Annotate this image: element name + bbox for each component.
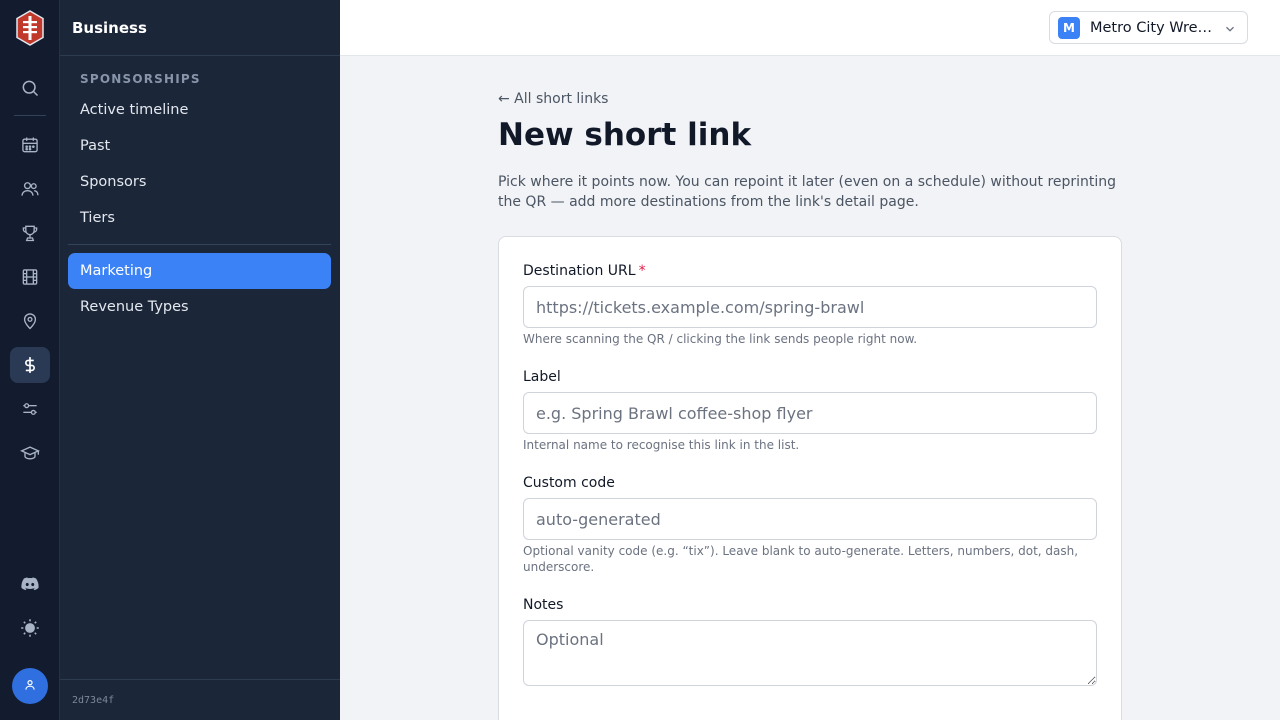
sidebar-divider xyxy=(68,244,331,245)
destination-url-label-text: Destination URL xyxy=(523,263,636,279)
destination-url-help: Where scanning the QR / clicking the lin… xyxy=(523,332,918,346)
page-description: Pick where it points now. You can repoin… xyxy=(498,174,1117,210)
sidebar-item-active-timeline[interactable]: Active timeline xyxy=(68,92,331,128)
custom-code-label: Custom code xyxy=(523,475,615,491)
trophy-icon[interactable] xyxy=(10,215,50,251)
user-icon xyxy=(23,677,37,696)
section-sidebar: Business SPONSORSHIPS Active timeline Pa… xyxy=(60,0,340,720)
label-help: Internal name to recognise this link in … xyxy=(523,438,800,452)
user-avatar[interactable] xyxy=(12,668,48,704)
calendar-icon[interactable] xyxy=(10,127,50,163)
sidebar-item-revenue-types[interactable]: Revenue Types xyxy=(68,289,331,325)
notes-textarea[interactable] xyxy=(523,620,1097,686)
org-name: Metro City Wrestling xyxy=(1090,19,1218,36)
sidebar-item-marketing[interactable]: Marketing xyxy=(68,253,331,289)
logo-icon[interactable] xyxy=(15,10,45,46)
custom-code-help: Optional vanity code (e.g. “tix”). Leave… xyxy=(523,544,1079,574)
short-link-form: Destination URL* Where scanning the QR /… xyxy=(498,236,1122,720)
sidebar-item-sponsors[interactable]: Sponsors xyxy=(68,164,331,200)
chevron-down-icon xyxy=(1223,21,1237,35)
top-bar: M Metro City Wrestling xyxy=(340,0,1280,56)
label-field-label: Label xyxy=(523,369,561,385)
sun-icon[interactable] xyxy=(10,610,50,646)
map-pin-icon[interactable] xyxy=(10,303,50,339)
film-icon[interactable] xyxy=(10,259,50,295)
sidebar-item-past[interactable]: Past xyxy=(68,128,331,164)
dollar-icon[interactable] xyxy=(10,347,50,383)
graduation-cap-icon[interactable] xyxy=(10,435,50,471)
discord-icon[interactable] xyxy=(10,566,50,602)
org-avatar: M xyxy=(1058,16,1080,39)
search-icon[interactable] xyxy=(10,70,50,106)
people-icon[interactable] xyxy=(10,171,50,207)
sliders-icon[interactable] xyxy=(10,391,50,427)
icon-rail xyxy=(0,0,60,720)
back-link[interactable]: ← All short links xyxy=(498,91,608,107)
label-input[interactable] xyxy=(523,392,1097,434)
rail-divider xyxy=(14,115,46,116)
sidebar-item-tiers[interactable]: Tiers xyxy=(68,200,331,236)
sidebar-section-title: SPONSORSHIPS xyxy=(80,72,201,86)
required-marker: * xyxy=(638,263,646,279)
page-title: New short link xyxy=(498,117,752,153)
destination-url-label: Destination URL * xyxy=(523,263,646,279)
custom-code-input[interactable] xyxy=(523,498,1097,540)
sidebar-title: Business xyxy=(60,0,340,56)
build-hash: 2d73e4f xyxy=(60,679,340,720)
org-switcher[interactable]: M Metro City Wrestling xyxy=(1049,11,1248,44)
notes-label: Notes xyxy=(523,597,564,613)
destination-url-input[interactable] xyxy=(523,286,1097,328)
